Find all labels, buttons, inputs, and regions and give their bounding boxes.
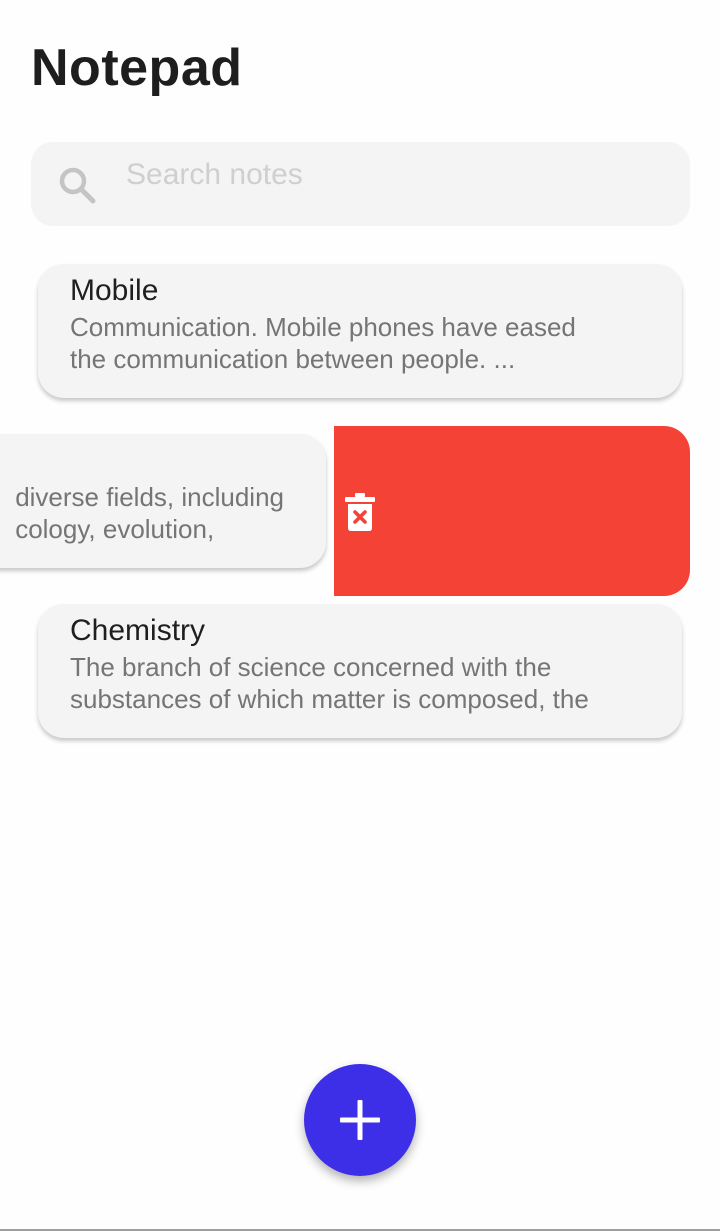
note-title: Mobile [70, 274, 159, 307]
notepad-screen: Notepad Mobile Communication. Mobile pho… [0, 0, 720, 1231]
trash-delete-icon[interactable] [344, 492, 376, 532]
note-card-swiped[interactable]: diverse fields, including cology, evolut… [0, 434, 326, 568]
note-title: Chemistry [70, 614, 206, 647]
note-card-mobile[interactable]: Mobile Communication. Mobile phones have… [38, 264, 682, 398]
swipe-delete-background[interactable] [334, 426, 690, 596]
note-snippet: diverse fields, including cology, evolut… [15, 481, 284, 545]
note-snippet-line: cology, evolution, [15, 514, 215, 544]
note-snippet-line: diverse fields, including [15, 482, 284, 512]
page-title: Notepad [31, 39, 243, 97]
note-snippet: The branch of science concerned with the… [70, 651, 589, 715]
note-snippet-line: The branch of science concerned with the [70, 652, 552, 682]
note-snippet-line: substances of which matter is composed, … [70, 684, 589, 714]
add-note-button[interactable] [304, 1064, 416, 1176]
plus-icon [340, 1100, 380, 1140]
note-card-chemistry[interactable]: Chemistry The branch of science concerne… [38, 604, 682, 738]
note-snippet-line: Communication. Mobile phones have eased [70, 312, 576, 342]
search-icon [59, 167, 96, 204]
note-snippet-line: the communication between people. ... [70, 344, 516, 374]
search-input[interactable] [126, 152, 666, 198]
note-snippet: Communication. Mobile phones have eased … [70, 311, 576, 375]
